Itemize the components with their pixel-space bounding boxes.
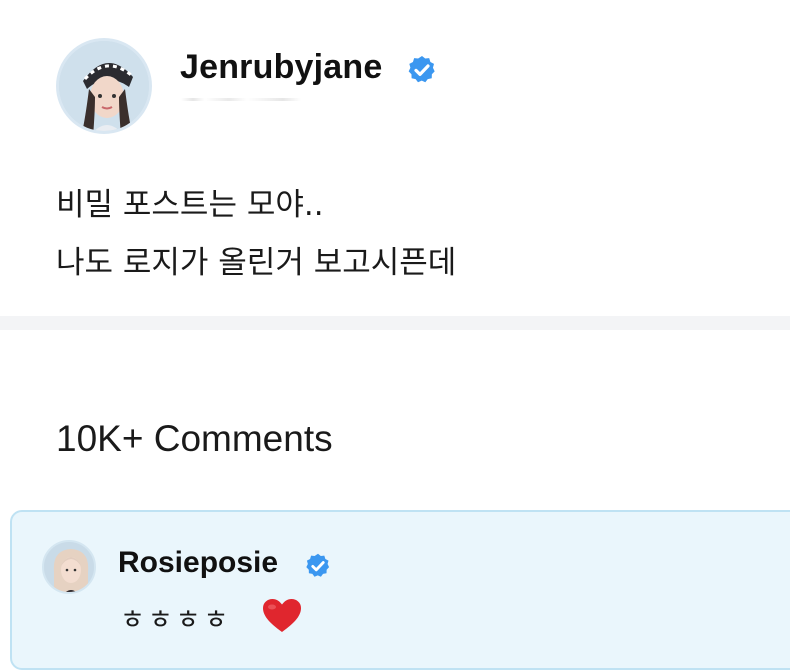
comment-text: ㅎㅎㅎㅎ — [120, 605, 232, 636]
commenter-avatar-image — [44, 542, 94, 592]
comments-count[interactable]: 10K+ Comments — [56, 418, 333, 460]
post-line: 나도 로지가 올린거 보고시픈데 — [56, 245, 457, 281]
heart-icon — [263, 599, 301, 632]
author-avatar[interactable] — [56, 38, 152, 134]
author-avatar-image — [59, 41, 149, 131]
author-username[interactable]: Jenrubyjane — [180, 48, 383, 87]
post-body: 비밀 포스트는 모야.. 나도 로지가 올린거 보고시픈데 — [56, 176, 456, 292]
post-line: 비밀 포스트는 모야.. — [56, 187, 324, 223]
section-divider — [0, 316, 790, 330]
comment-card[interactable]: Rosieposie ㅎㅎㅎㅎ — [10, 510, 790, 670]
commenter-username[interactable]: Rosieposie — [118, 546, 278, 580]
post-header: Jenrubyjane — [56, 38, 756, 138]
commenter-avatar[interactable] — [42, 540, 96, 594]
verified-badge-icon — [306, 553, 330, 577]
subtitle-placeholder — [181, 98, 301, 101]
verified-badge-icon — [408, 56, 435, 83]
